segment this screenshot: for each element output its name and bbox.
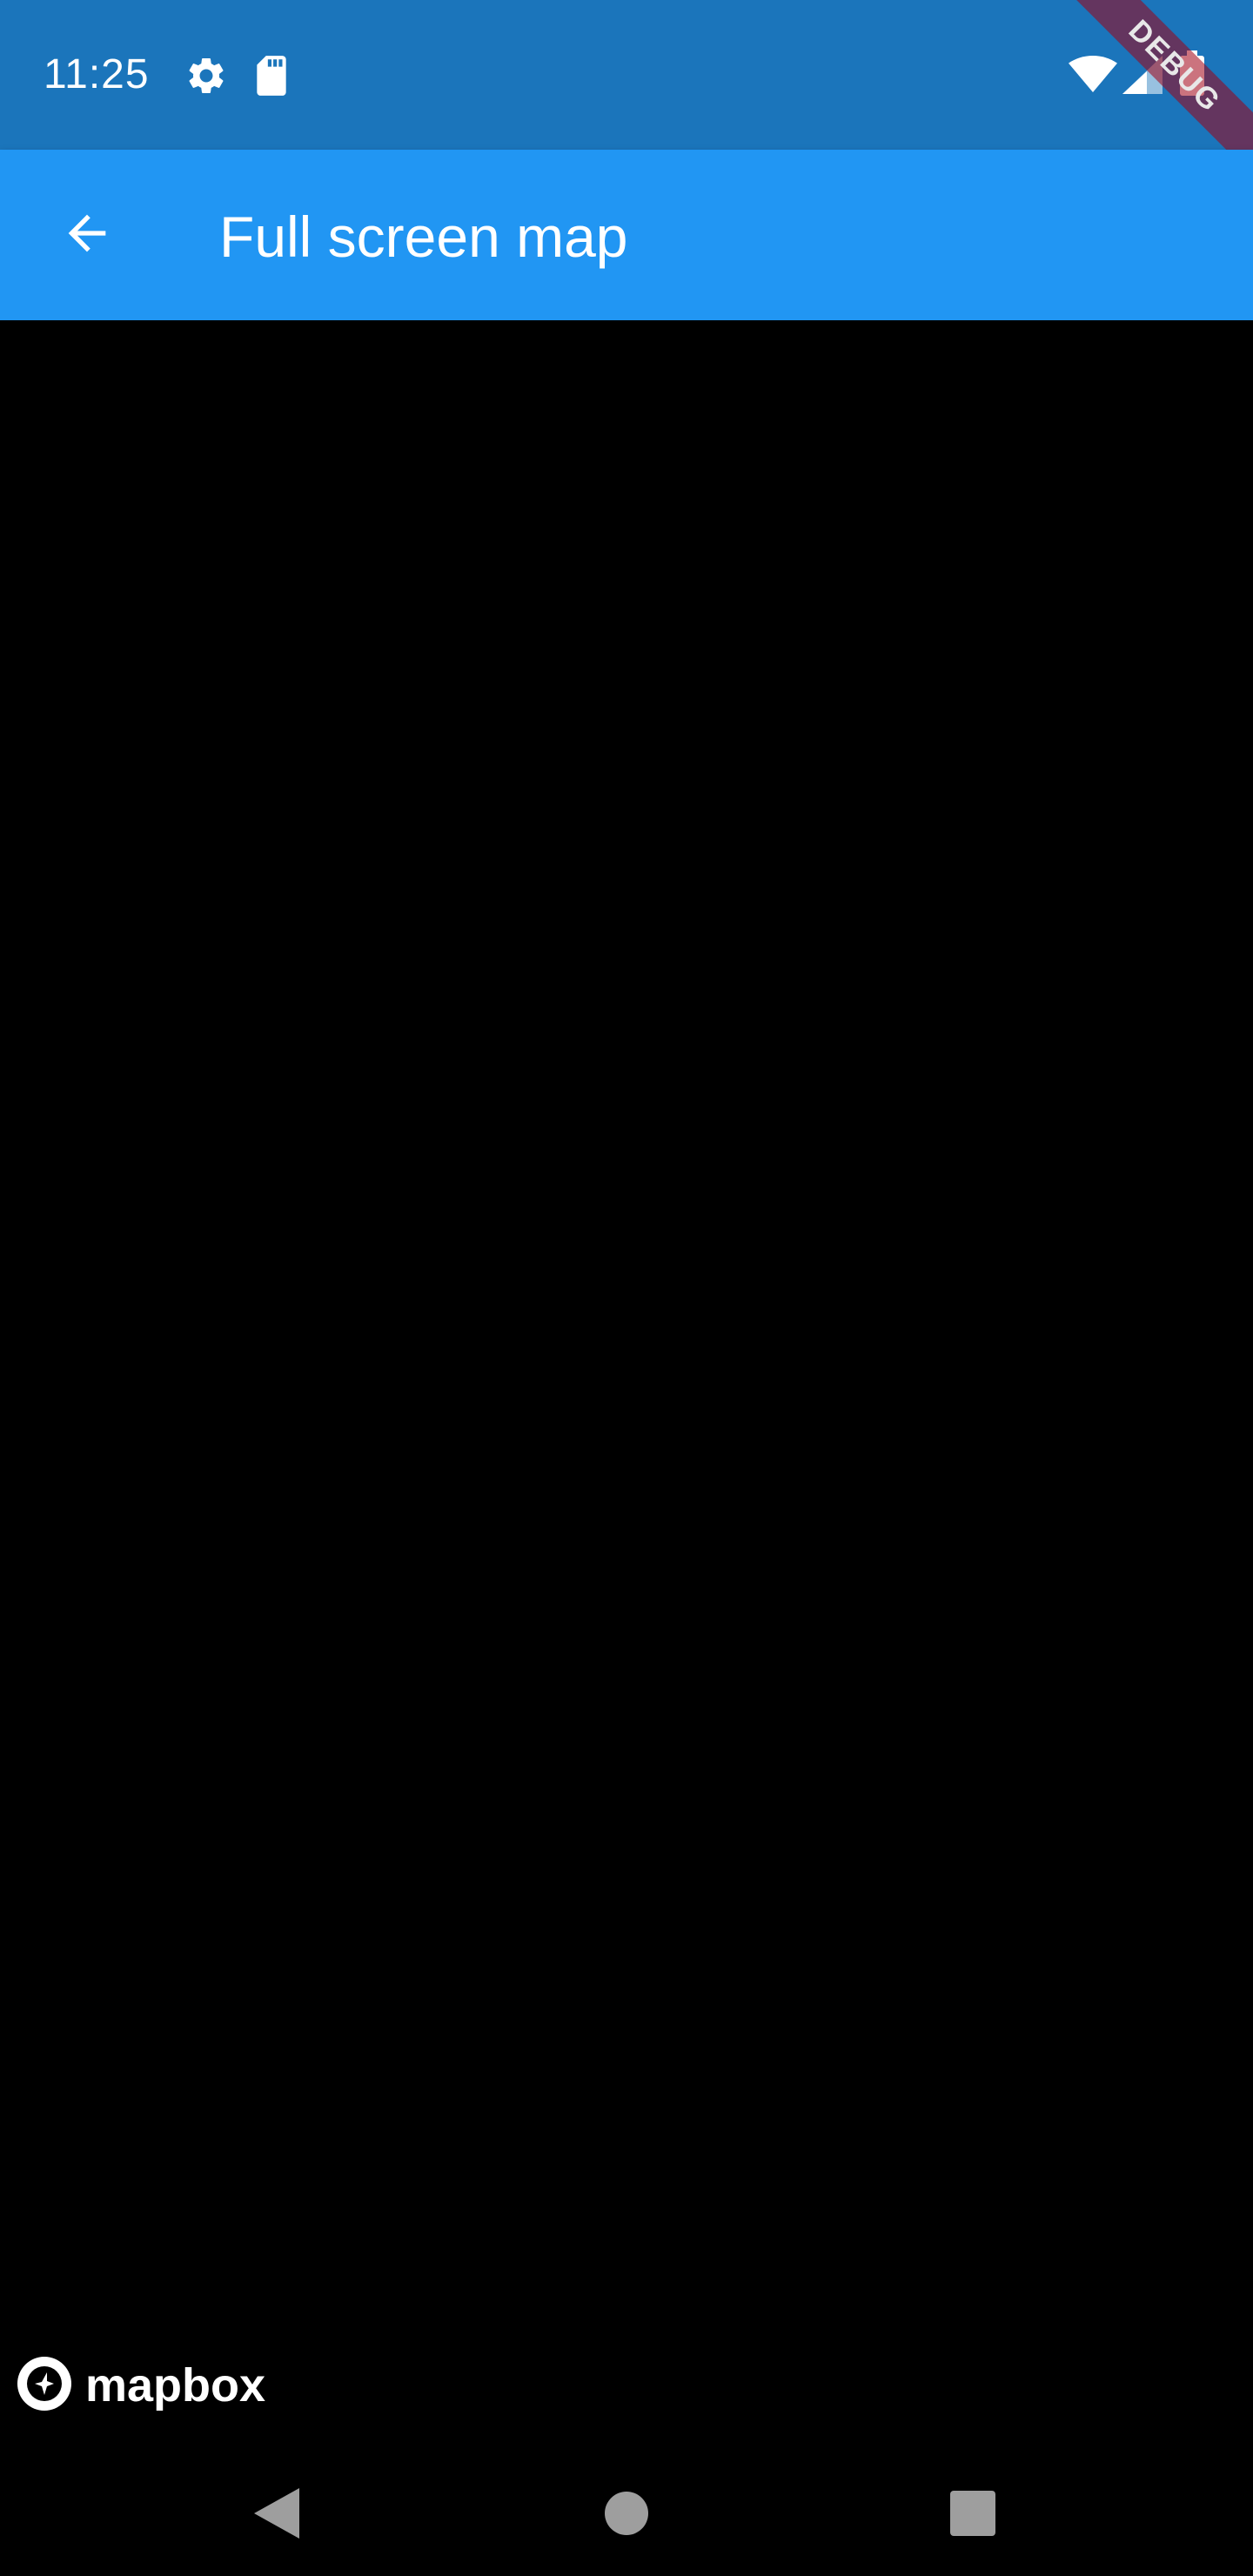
nav-back-button[interactable] [242, 2480, 312, 2550]
page-title: Full screen map [219, 205, 628, 269]
wifi-icon [1069, 56, 1117, 98]
sd-card-icon [252, 54, 291, 102]
back-triangle-icon [252, 2486, 301, 2545]
map-view[interactable] [0, 320, 1253, 2454]
status-time: 11:25 [44, 51, 150, 97]
back-button[interactable] [44, 191, 131, 278]
app-bar: Full screen map [0, 150, 1253, 320]
nav-recents-button[interactable] [938, 2480, 1008, 2550]
mapbox-wordmark: mapbox [85, 2359, 266, 2412]
settings-icon [184, 54, 228, 102]
home-circle-icon [604, 2491, 649, 2540]
system-nav-bar [0, 2454, 1253, 2576]
recents-square-icon [949, 2490, 996, 2541]
arrow-back-icon [59, 205, 115, 265]
status-bar: 11:25 DEBUG [0, 0, 1253, 211]
mapbox-logo[interactable]: mapbox [16, 2355, 265, 2416]
mapbox-logo-icon [16, 2355, 73, 2417]
screen: 11:25 DEBUG Full screen map mapbox [0, 0, 1253, 2576]
nav-home-button[interactable] [592, 2480, 661, 2550]
